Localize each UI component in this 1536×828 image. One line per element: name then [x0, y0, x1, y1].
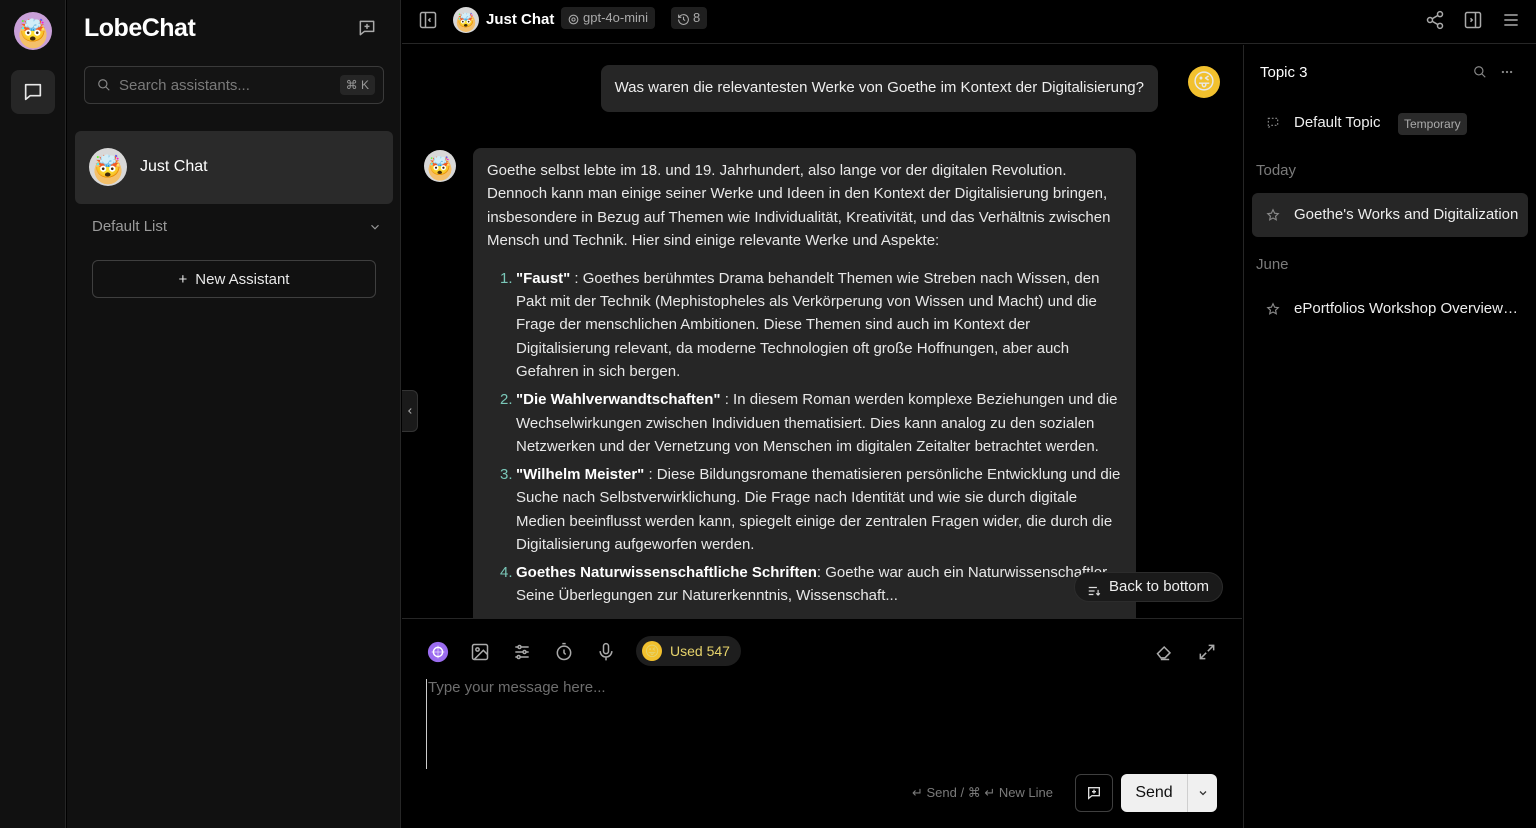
plus-icon: +: [178, 270, 188, 288]
toggle-topic-panel-icon[interactable]: [1462, 9, 1484, 31]
openai-icon: [567, 11, 580, 33]
sessions-panel: LobeChat ⌘ K 🤯 Just Chat Default List + …: [67, 0, 401, 828]
search-input[interactable]: [119, 75, 329, 95]
session-avatar: 🤯: [89, 148, 127, 186]
nav-rail: 🤯: [0, 0, 66, 828]
timer-icon[interactable]: [552, 640, 576, 664]
list-item: 4. Goethes Naturwissenschaftliche Schrift…: [500, 564, 1111, 605]
search-icon: [97, 78, 111, 97]
usage-label: Used 547: [670, 643, 730, 659]
microphone-icon[interactable]: [594, 640, 618, 664]
share-icon[interactable]: [1424, 9, 1446, 31]
user-message: Was waren die relevantesten Werke von Go…: [600, 65, 1158, 112]
assistant-search[interactable]: ⌘ K: [84, 66, 384, 104]
history-count-tag[interactable]: 8: [671, 7, 708, 29]
topic-icon: [1088, 787, 1100, 800]
session-title: Just Chat: [140, 158, 208, 175]
temporary-badge: Temporary: [1398, 113, 1467, 135]
search-icon[interactable]: [1473, 65, 1487, 84]
chat-input-area: 😜 Used 547 ↵ Send / ⌘ ↵ New Line Send: [402, 618, 1242, 828]
search-shortcut-badge: ⌘ K: [339, 75, 375, 95]
eraser-icon[interactable]: [1153, 640, 1177, 664]
chevron-down-icon: [368, 220, 382, 239]
chevron-down-icon: [1199, 791, 1206, 796]
assistant-message: Goethe selbst lebte im 18. und 19. Jahrh…: [473, 148, 1136, 618]
topic-group-label: Today: [1256, 162, 1297, 179]
topic-label: Default Topic: [1294, 114, 1381, 131]
model-name: gpt-4o-mini: [583, 10, 649, 25]
new-assistant-label: New Assistant: [195, 270, 290, 288]
session-item-just-chat[interactable]: 🤯 Just Chat: [75, 131, 393, 204]
model-switch-icon[interactable]: [426, 640, 450, 664]
new-assistant-button[interactable]: + New Assistant: [92, 260, 376, 298]
toggle-sidebar-icon[interactable]: [418, 10, 438, 35]
back-to-bottom-button[interactable]: Back to bottom: [1074, 572, 1224, 602]
header-avatar[interactable]: 🤯: [453, 7, 479, 33]
topic-item-default[interactable]: Default Topic Temporary: [1252, 101, 1528, 145]
chat-header: 🤯 Just Chat gpt-4o-mini 8: [402, 0, 1536, 44]
settings-sliders-icon[interactable]: [510, 640, 534, 664]
user-avatar[interactable]: 🤯: [14, 12, 52, 50]
user-message-avatar[interactable]: 😜: [1188, 66, 1220, 98]
send-button-group: Send: [1121, 774, 1217, 812]
send-hint: ↵ Send / ⌘ ↵ New Line: [912, 785, 1054, 800]
history-icon: [677, 11, 690, 33]
default-list-group[interactable]: Default List: [92, 218, 384, 238]
chat-title: Just Chat: [486, 11, 555, 28]
topics-panel: Topic 3 Default Topic Temporary Today Go…: [1243, 45, 1536, 828]
collapse-handle[interactable]: [402, 390, 418, 432]
brand-logo: LobeChat: [84, 14, 196, 42]
history-count: 8: [693, 10, 701, 25]
token-usage-badge[interactable]: 😜 Used 547: [636, 636, 741, 666]
expand-icon[interactable]: [1195, 640, 1219, 664]
chevron-left-icon: [407, 408, 412, 414]
more-icon[interactable]: [1500, 65, 1514, 84]
message-input[interactable]: [426, 679, 1206, 769]
topic-label: ePortfolios Workshop Overview and Goals: [1294, 300, 1520, 317]
new-chat-icon[interactable]: [355, 16, 379, 40]
send-options-button[interactable]: [1187, 774, 1217, 812]
topic-label: Goethe's Works and Digitalization: [1294, 206, 1519, 223]
topic-item[interactable]: ePortfolios Workshop Overview and Goals: [1252, 287, 1528, 331]
send-button[interactable]: Send: [1121, 774, 1187, 812]
list-item: 1. "Faust" : Goethes berühmtes Drama beha…: [500, 269, 1100, 381]
assistant-avatar[interactable]: 🤯: [424, 150, 456, 182]
save-topic-button[interactable]: [1075, 774, 1113, 812]
back-to-bottom-label: Back to bottom: [1109, 578, 1210, 595]
menu-icon[interactable]: [1500, 9, 1522, 31]
star-icon[interactable]: [1266, 302, 1280, 321]
list-item: 3. "Wilhelm Meister" : Diese Bildungsroma…: [500, 465, 1121, 554]
topic-item[interactable]: Goethe's Works and Digitalization: [1252, 193, 1528, 237]
list-icon: [1087, 580, 1101, 608]
group-label: Default List: [92, 218, 168, 235]
image-upload-icon[interactable]: [468, 640, 492, 664]
chat-nav-icon[interactable]: [11, 70, 55, 114]
usage-emoji-icon: 😜: [642, 641, 662, 661]
star-icon[interactable]: [1266, 208, 1280, 227]
default-topic-icon: [1266, 116, 1280, 135]
model-tag[interactable]: gpt-4o-mini: [561, 7, 656, 29]
assistant-intro: Goethe selbst lebte im 18. und 19. Jahrh…: [487, 162, 1111, 250]
assistant-list: 1. "Faust" : Goethes berühmtes Drama beha…: [487, 267, 1122, 608]
message-list[interactable]: Was waren die relevantesten Werke von Go…: [402, 45, 1242, 618]
topic-group-label: June: [1256, 256, 1289, 273]
list-item: 2. "Die Wahlverwandtschaften" : In diesem…: [500, 391, 1118, 455]
topics-title: Topic 3: [1260, 64, 1308, 81]
